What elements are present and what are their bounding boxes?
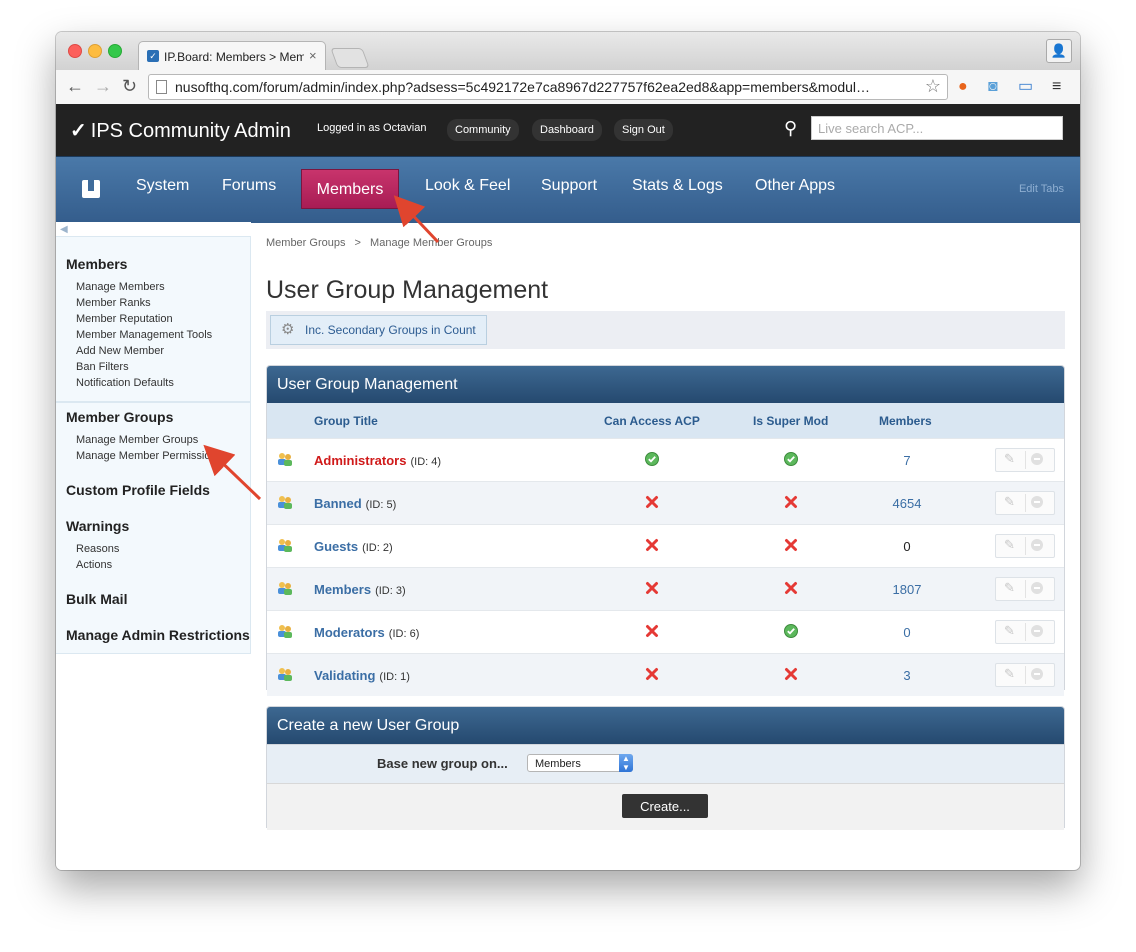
- browser-window: ✓ IP.Board: Members > Members × 👤 ← → ↻ …: [56, 32, 1080, 870]
- annotation-arrow-members-tab: [393, 195, 440, 244]
- annotation-arrow-manage-groups: [203, 444, 262, 501]
- annotation-arrows: [203, 195, 440, 501]
